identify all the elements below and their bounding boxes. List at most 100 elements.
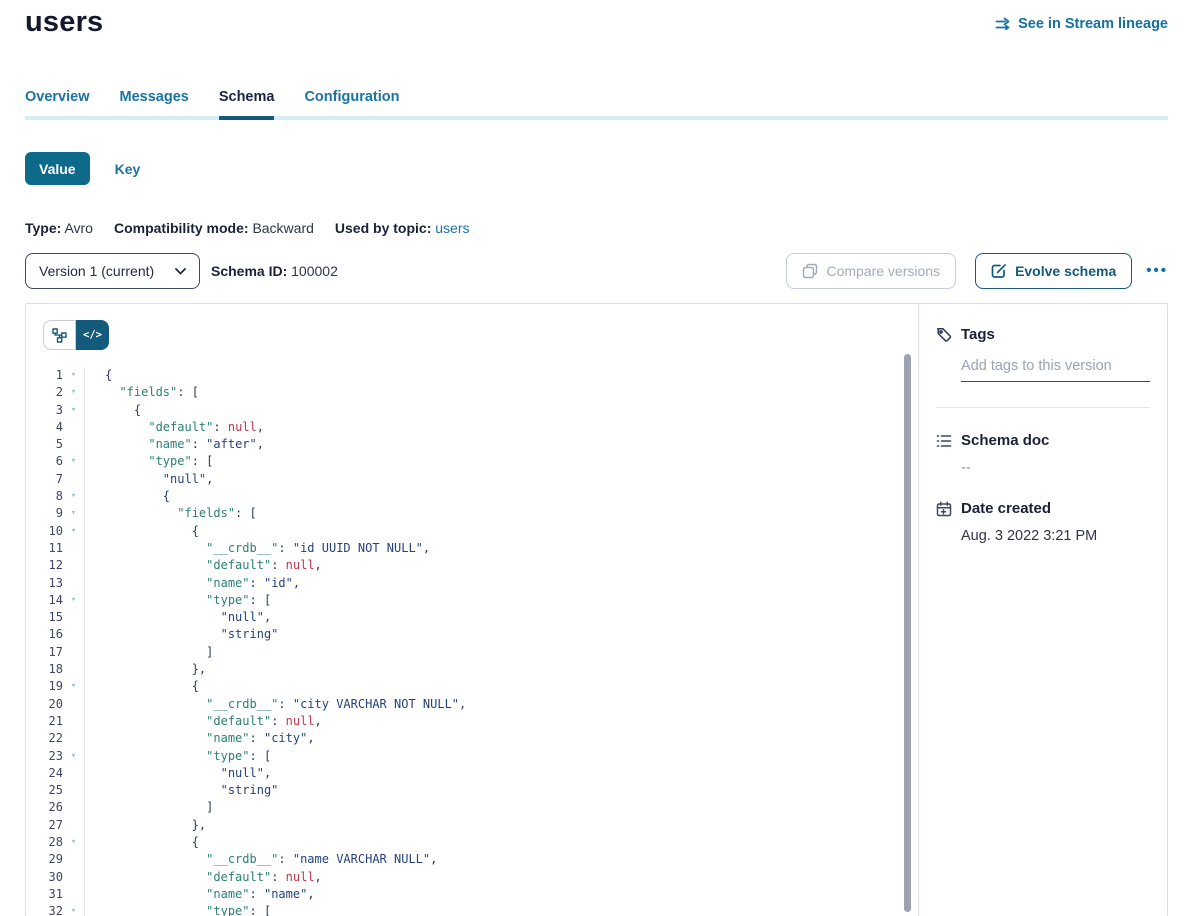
fold-arrow-icon[interactable]: ▾ [63, 834, 85, 851]
code-text: "type": [ [85, 453, 213, 470]
code-text: "null", [85, 471, 213, 488]
evolve-schema-button[interactable]: Evolve schema [975, 253, 1132, 289]
fold-gutter [63, 626, 85, 643]
compare-versions-icon [802, 263, 818, 279]
topic-link[interactable]: users [435, 220, 469, 236]
line-number: 11 [26, 540, 63, 557]
code-line[interactable]: 15 "null", [26, 609, 918, 626]
schema-id: Schema ID: 100002 [211, 263, 338, 279]
version-dropdown[interactable]: Version 1 (current) [25, 253, 200, 289]
code-line[interactable]: 26 ] [26, 799, 918, 816]
code-line[interactable]: 22 "name": "city", [26, 730, 918, 747]
code-line[interactable]: 10▾ { [26, 523, 918, 540]
fold-arrow-icon[interactable]: ▾ [63, 678, 85, 695]
line-number: 28 [26, 834, 63, 851]
code-line[interactable]: 32▾ "type": [ [26, 903, 918, 916]
fold-arrow-icon[interactable]: ▾ [63, 402, 85, 419]
code-line[interactable]: 7 "null", [26, 471, 918, 488]
code-text: "name": "after", [85, 436, 264, 453]
meta-type-label: Type: [25, 220, 61, 236]
code-line[interactable]: 9▾ "fields": [ [26, 505, 918, 522]
line-number: 1 [26, 367, 63, 384]
code-line[interactable]: 3▾ { [26, 402, 918, 419]
value-toggle-button[interactable]: Value [25, 152, 90, 185]
code-text: { [85, 488, 170, 505]
code-line[interactable]: 20 "__crdb__": "city VARCHAR NOT NULL", [26, 696, 918, 713]
code-view-button[interactable]: </> [76, 320, 109, 350]
schema-id-value: 100002 [291, 263, 338, 279]
add-tags-input[interactable] [961, 358, 1150, 382]
fold-arrow-icon[interactable]: ▾ [63, 367, 85, 384]
tags-section-heading: Tags [936, 326, 1150, 343]
code-line[interactable]: 31 "name": "name", [26, 886, 918, 903]
code-line[interactable]: 5 "name": "after", [26, 436, 918, 453]
compare-versions-button[interactable]: Compare versions [786, 253, 956, 289]
fold-arrow-icon[interactable]: ▾ [63, 453, 85, 470]
see-in-stream-lineage-link[interactable]: See in Stream lineage [995, 16, 1168, 32]
code-line[interactable]: 11 "__crdb__": "id UUID NOT NULL", [26, 540, 918, 557]
tab-messages[interactable]: Messages [120, 89, 189, 120]
code-line[interactable]: 29 "__crdb__": "name VARCHAR NULL", [26, 851, 918, 868]
code-text: "name": "id", [85, 575, 300, 592]
code-text: "type": [ [85, 592, 271, 609]
line-number: 7 [26, 471, 63, 488]
code-text: { [85, 678, 199, 695]
code-text: "fields": [ [85, 384, 199, 401]
code-text: "null", [85, 765, 271, 782]
code-line[interactable]: 23▾ "type": [ [26, 748, 918, 765]
more-options-button[interactable]: ••• [1146, 253, 1168, 289]
code-line[interactable]: 28▾ { [26, 834, 918, 851]
code-line[interactable]: 2▾ "fields": [ [26, 384, 918, 401]
stream-lineage-icon [995, 16, 1011, 32]
fold-gutter [63, 575, 85, 592]
schema-id-label: Schema ID: [211, 263, 287, 279]
code-line[interactable]: 19▾ { [26, 678, 918, 695]
code-line[interactable]: 6▾ "type": [ [26, 453, 918, 470]
line-number: 6 [26, 453, 63, 470]
code-lines[interactable]: 1▾{2▾ "fields": [3▾ {4 "default": null,5… [26, 367, 918, 916]
code-line[interactable]: 24 "null", [26, 765, 918, 782]
fold-gutter [63, 869, 85, 886]
code-text: }, [85, 661, 206, 678]
fold-arrow-icon[interactable]: ▾ [63, 592, 85, 609]
fold-gutter [63, 782, 85, 799]
code-line[interactable]: 1▾{ [26, 367, 918, 384]
tree-view-button[interactable] [43, 320, 76, 350]
calendar-plus-icon [936, 501, 952, 517]
code-line[interactable]: 8▾ { [26, 488, 918, 505]
tab-configuration[interactable]: Configuration [304, 89, 399, 120]
code-line[interactable]: 12 "default": null, [26, 557, 918, 574]
code-line[interactable]: 27 }, [26, 817, 918, 834]
line-number: 27 [26, 817, 63, 834]
line-number: 17 [26, 644, 63, 661]
tab-bar: Overview Messages Schema Configuration [25, 89, 1168, 120]
fold-gutter [63, 799, 85, 816]
code-line[interactable]: 13 "name": "id", [26, 575, 918, 592]
code-line[interactable]: 30 "default": null, [26, 869, 918, 886]
fold-arrow-icon[interactable]: ▾ [63, 384, 85, 401]
fold-gutter [63, 817, 85, 834]
code-line[interactable]: 4 "default": null, [26, 419, 918, 436]
fold-gutter [63, 713, 85, 730]
fold-arrow-icon[interactable]: ▾ [63, 488, 85, 505]
code-line[interactable]: 16 "string" [26, 626, 918, 643]
schema-doc-section: Schema doc -- [936, 432, 1150, 476]
key-toggle-button[interactable]: Key [115, 161, 141, 177]
fold-arrow-icon[interactable]: ▾ [63, 748, 85, 765]
line-number: 31 [26, 886, 63, 903]
code-line[interactable]: 14▾ "type": [ [26, 592, 918, 609]
line-number: 16 [26, 626, 63, 643]
meta-topic-label: Used by topic: [335, 220, 431, 236]
schema-meta: Type: Avro Compatibility mode: Backward … [25, 220, 470, 236]
code-line[interactable]: 18 }, [26, 661, 918, 678]
fold-arrow-icon[interactable]: ▾ [63, 523, 85, 540]
tab-overview[interactable]: Overview [25, 89, 90, 120]
code-line[interactable]: 17 ] [26, 644, 918, 661]
code-line[interactable]: 25 "string" [26, 782, 918, 799]
fold-arrow-icon[interactable]: ▾ [63, 505, 85, 522]
schema-sidebar: Tags Schema doc -- [918, 304, 1167, 916]
tab-schema[interactable]: Schema [219, 89, 275, 120]
code-line[interactable]: 21 "default": null, [26, 713, 918, 730]
fold-arrow-icon[interactable]: ▾ [63, 903, 85, 916]
editor-vertical-scrollbar[interactable] [904, 354, 911, 912]
